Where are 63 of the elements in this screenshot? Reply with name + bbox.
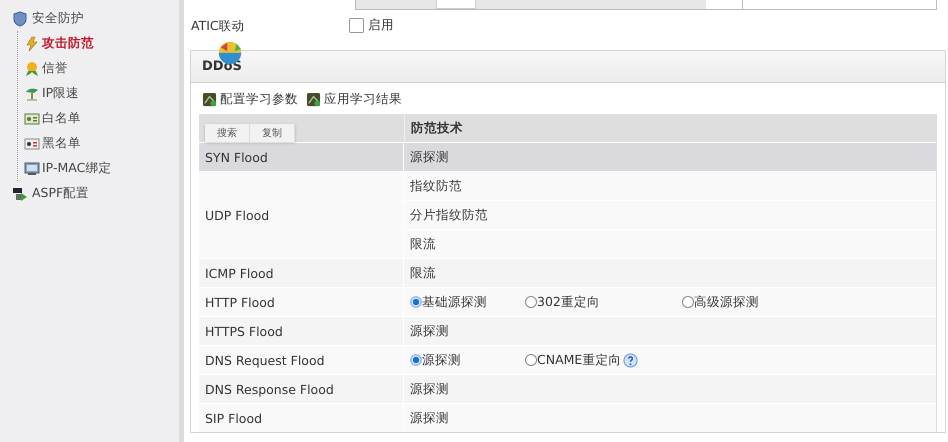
checkbox[interactable] — [349, 18, 364, 32]
checkbox-label: 启用 — [368, 16, 394, 34]
menu-item[interactable]: 复制 — [250, 124, 295, 142]
table-cell: 源探测 — [410, 410, 449, 426]
radio-label: 高级源探测 — [694, 294, 759, 310]
menu-item[interactable]: 搜索 — [205, 124, 250, 142]
table-row[interactable]: DNS Request Flood 源探测 CNAME重定向 — [199, 345, 936, 374]
tree-icon — [24, 86, 40, 102]
field-label: ATIC联动 — [190, 18, 246, 34]
id-card-icon — [24, 110, 40, 126]
table-cell: 源探测 — [410, 148, 449, 166]
table-cell: ICMP Flood — [205, 266, 274, 280]
board-icon — [306, 92, 321, 107]
radio-label: 基础源探测 — [422, 294, 487, 310]
radio-label: CNAME重定向 — [537, 352, 622, 368]
table-row[interactable]: SIP Flood 源探测 — [199, 403, 936, 432]
sidebar-item[interactable]: 攻击防范 — [18, 31, 179, 56]
table-cell: 限流 — [410, 236, 436, 252]
table-cell: UDP Flood — [205, 208, 270, 222]
table-cell: DNS Request Flood — [205, 352, 325, 368]
table-cell: SIP Flood — [205, 410, 262, 426]
sidebar-item[interactable]: IP限速 — [18, 81, 179, 106]
medal-icon — [24, 60, 40, 76]
column-header[interactable]: 防范技术 — [405, 114, 463, 142]
table-cell: 源探测 — [410, 380, 449, 398]
radio-button[interactable] — [525, 354, 537, 366]
radio-button[interactable] — [682, 296, 694, 308]
sidebar-item[interactable]: 安全防护 — [0, 6, 179, 31]
id-card-icon — [24, 136, 40, 152]
sidebar-item[interactable]: 黑名单 — [18, 131, 179, 156]
table-row[interactable]: HTTP Flood 基础源探测 302重定向 高级源探测 — [199, 287, 936, 316]
toolbar-button[interactable]: 配置学习参数 — [202, 91, 298, 108]
table-cell: HTTP Flood — [205, 294, 275, 310]
table-row[interactable]: UDP Flood 指纹防范 分片指纹防范 限流 — [199, 171, 936, 258]
help-icon[interactable] — [623, 352, 638, 368]
lightning-icon — [24, 36, 40, 52]
board-icon — [202, 92, 217, 107]
table-cell: 指纹防范 — [410, 178, 462, 194]
panel-title: DDoS — [202, 59, 242, 74]
table-row[interactable]: DNS Response Flood 源探测 — [199, 374, 936, 403]
computer-icon — [24, 160, 40, 176]
table-cell: HTTPS Flood — [205, 324, 283, 338]
table-cell: 限流 — [410, 264, 436, 282]
table-cell: 源探测 — [410, 322, 449, 340]
radio-button[interactable] — [525, 296, 537, 308]
table-row[interactable]: ICMP Flood 限流 — [199, 258, 936, 287]
table-cell: DNS Response Flood — [205, 382, 334, 396]
sidebar-item[interactable]: ASPF配置 — [0, 181, 179, 206]
sidebar-item[interactable]: 白名单 — [18, 106, 179, 131]
table-cell: SYN Flood — [205, 150, 268, 164]
toolbar-button[interactable]: 应用学习结果 — [306, 91, 402, 108]
input-field[interactable] — [436, 0, 476, 9]
radio-button[interactable] — [410, 296, 422, 308]
radio-label: 源探测 — [422, 352, 461, 368]
sidebar-item[interactable]: IP-MAC绑定 — [18, 156, 179, 181]
table-row[interactable]: SYN Flood 源探测 — [199, 142, 936, 171]
table-row[interactable]: HTTPS Flood 源探测 — [199, 316, 936, 345]
sidebar-item[interactable]: 信誉 — [18, 56, 179, 81]
table-cell: 分片指纹防范 — [410, 206, 488, 224]
shield-icon — [12, 10, 28, 26]
radio-label: 302重定向 — [537, 294, 600, 310]
radio-button[interactable] — [410, 354, 422, 366]
flag-icon — [12, 186, 28, 202]
